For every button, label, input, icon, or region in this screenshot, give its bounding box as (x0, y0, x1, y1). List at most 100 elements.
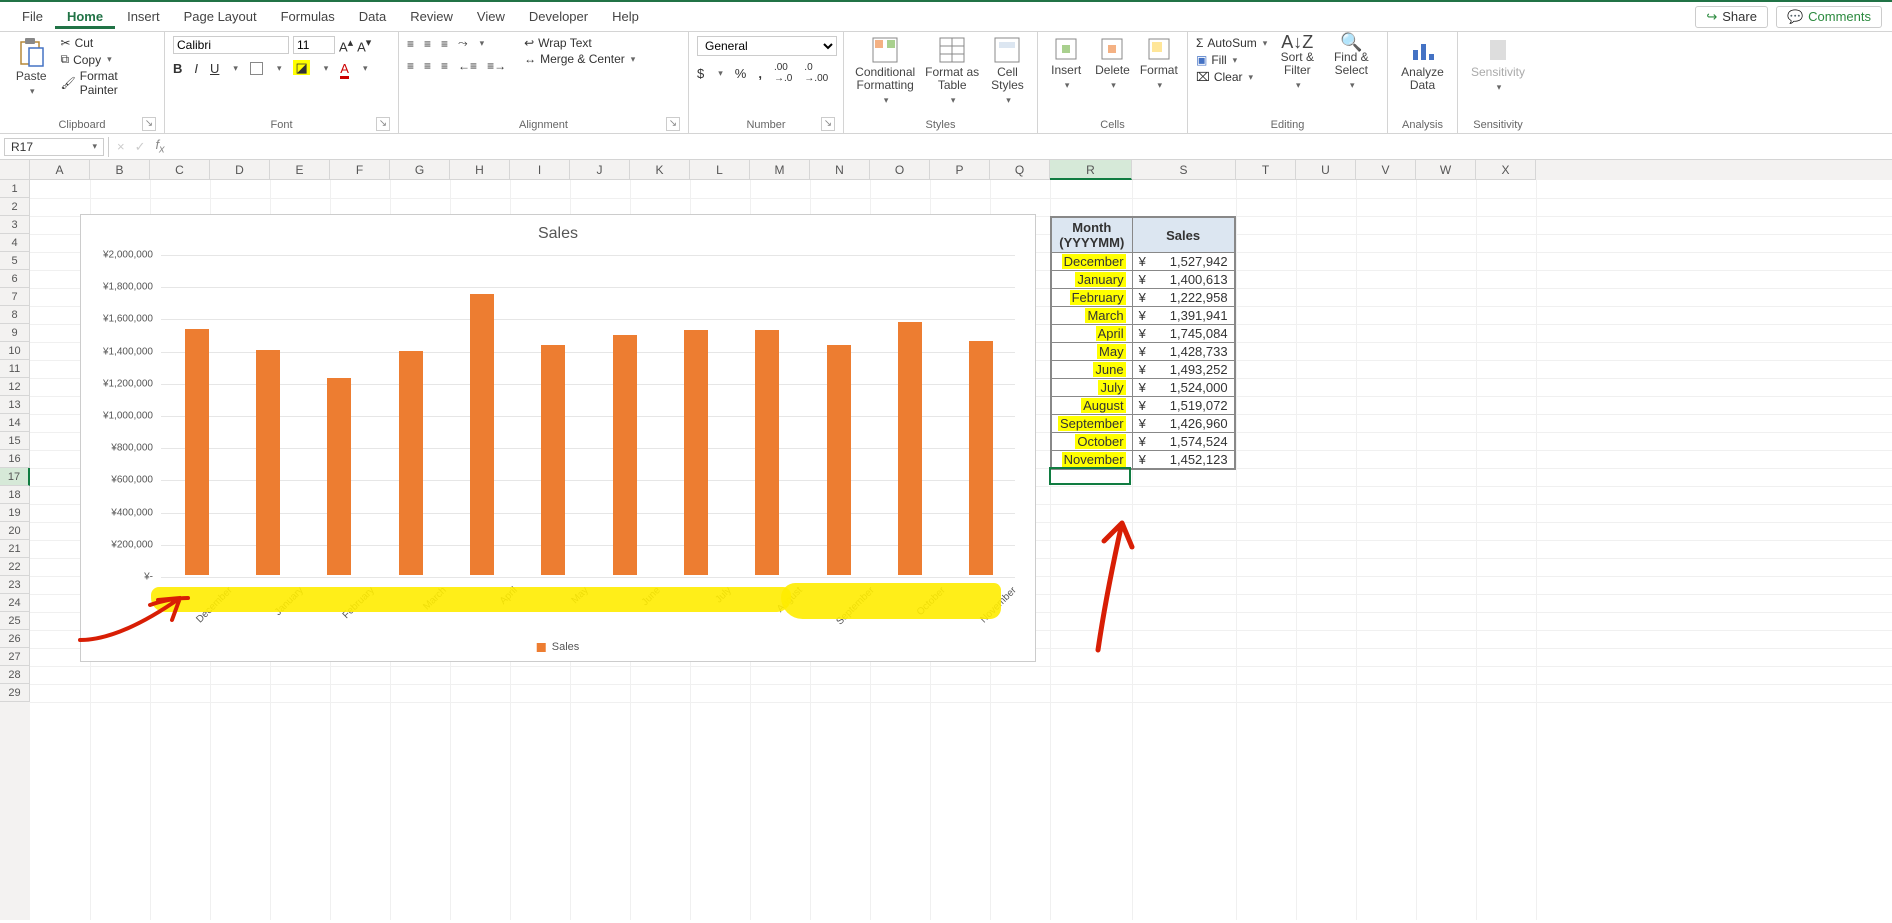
analyze-data-button[interactable]: Analyze Data (1396, 36, 1449, 92)
row-header[interactable]: 22 (0, 558, 30, 576)
column-header[interactable]: E (270, 160, 330, 180)
chart-bar[interactable] (969, 341, 993, 575)
font-size-select[interactable] (293, 36, 335, 54)
row-header[interactable]: 11 (0, 360, 30, 378)
align-middle-icon[interactable]: ≡ (424, 37, 431, 51)
row-header[interactable]: 6 (0, 270, 30, 288)
row-header[interactable]: 13 (0, 396, 30, 414)
tab-page-layout[interactable]: Page Layout (172, 5, 269, 29)
row-header[interactable]: 1 (0, 180, 30, 198)
wrap-text-button[interactable]: ↩Wrap Text (524, 36, 635, 50)
column-header[interactable]: W (1416, 160, 1476, 180)
font-color-button[interactable]: A (340, 61, 349, 76)
row-header[interactable]: 28 (0, 666, 30, 684)
tab-home[interactable]: Home (55, 5, 115, 29)
row-header[interactable]: 27 (0, 648, 30, 666)
tab-formulas[interactable]: Formulas (269, 5, 347, 29)
decrease-decimal-icon[interactable]: .0→.00 (804, 62, 828, 84)
row-header[interactable]: 12 (0, 378, 30, 396)
chart-bar[interactable] (470, 294, 494, 575)
comments-button[interactable]: 💬Comments (1776, 6, 1882, 28)
chart-bar[interactable] (613, 335, 637, 575)
column-header[interactable]: V (1356, 160, 1416, 180)
column-header[interactable]: P (930, 160, 990, 180)
italic-button[interactable]: I (194, 61, 198, 76)
row-header[interactable]: 3 (0, 216, 30, 234)
row-header[interactable]: 15 (0, 432, 30, 450)
increase-font-icon[interactable]: A▴ (339, 36, 353, 54)
column-header[interactable]: Q (990, 160, 1050, 180)
insert-cell-button[interactable]: Insert▾ (1046, 36, 1086, 92)
chart-bar[interactable] (541, 345, 565, 575)
delete-cell-button[interactable]: Delete▾ (1092, 36, 1132, 92)
column-header[interactable]: X (1476, 160, 1536, 180)
share-button[interactable]: ↪Share (1695, 6, 1768, 28)
name-box[interactable]: R17▾ (4, 138, 104, 156)
fill-button[interactable]: ▣Fill▾ (1196, 53, 1267, 67)
chart-bar[interactable] (827, 345, 851, 575)
sales-chart[interactable]: Sales ¥-¥200,000¥400,000¥600,000¥800,000… (80, 214, 1036, 662)
row-header[interactable]: 7 (0, 288, 30, 306)
format-painter-button[interactable]: 🖌Format Painter (61, 69, 157, 97)
column-header[interactable]: K (630, 160, 690, 180)
column-header[interactable]: T (1236, 160, 1296, 180)
align-bottom-icon[interactable]: ≡ (441, 37, 448, 51)
group-launcher-icon[interactable]: ↘ (666, 117, 680, 131)
underline-button[interactable]: U (210, 61, 219, 76)
number-format-select[interactable]: General (697, 36, 837, 56)
row-header[interactable]: 19 (0, 504, 30, 522)
row-header[interactable]: 4 (0, 234, 30, 252)
tab-help[interactable]: Help (600, 5, 651, 29)
row-header[interactable]: 16 (0, 450, 30, 468)
clear-button[interactable]: ⌧Clear▾ (1196, 70, 1267, 84)
autosum-button[interactable]: ΣAutoSum▾ (1196, 36, 1267, 50)
comma-button[interactable]: , (758, 66, 762, 81)
worksheet-grid[interactable]: ABCDEFGHIJKLMNOPQRSTUVWX 123456789101112… (0, 160, 1892, 920)
column-header[interactable]: M (750, 160, 810, 180)
increase-indent-icon[interactable]: ≡→ (487, 59, 506, 73)
column-header[interactable]: R (1050, 160, 1132, 180)
tab-file[interactable]: File (10, 5, 55, 29)
align-top-icon[interactable]: ≡ (407, 37, 414, 51)
tab-view[interactable]: View (465, 5, 517, 29)
column-header[interactable]: N (810, 160, 870, 180)
row-header[interactable]: 23 (0, 576, 30, 594)
tab-review[interactable]: Review (398, 5, 465, 29)
align-left-icon[interactable]: ≡ (407, 59, 414, 73)
chart-bar[interactable] (256, 350, 280, 575)
row-header[interactable]: 25 (0, 612, 30, 630)
cell-styles-button[interactable]: Cell Styles▾ (986, 36, 1029, 107)
chart-bar[interactable] (327, 378, 351, 575)
row-header[interactable]: 26 (0, 630, 30, 648)
tab-developer[interactable]: Developer (517, 5, 600, 29)
row-header[interactable]: 2 (0, 198, 30, 216)
chart-bar[interactable] (755, 330, 779, 575)
column-header[interactable]: I (510, 160, 570, 180)
conditional-formatting-button[interactable]: Conditional Formatting▾ (852, 36, 918, 107)
row-header[interactable]: 5 (0, 252, 30, 270)
format-as-table-button[interactable]: Format as Table▾ (924, 36, 980, 107)
column-header[interactable]: F (330, 160, 390, 180)
column-header[interactable]: G (390, 160, 450, 180)
chart-bar[interactable] (185, 329, 209, 575)
paste-button[interactable]: Paste▾ (8, 36, 55, 98)
row-header[interactable]: 14 (0, 414, 30, 432)
column-header[interactable]: U (1296, 160, 1356, 180)
select-all-corner[interactable] (0, 160, 30, 180)
font-family-select[interactable] (173, 36, 289, 54)
increase-decimal-icon[interactable]: .00→.0 (774, 62, 792, 84)
row-header[interactable]: 17 (0, 468, 30, 486)
align-center-icon[interactable]: ≡ (424, 59, 431, 73)
fx-icon[interactable]: fx (156, 137, 165, 156)
column-header[interactable]: S (1132, 160, 1236, 180)
row-header[interactable]: 24 (0, 594, 30, 612)
orientation-icon[interactable]: ⤳ (458, 36, 468, 51)
chart-bar[interactable] (898, 322, 922, 575)
tab-data[interactable]: Data (347, 5, 398, 29)
decrease-font-icon[interactable]: A▾ (357, 36, 371, 54)
row-header[interactable]: 21 (0, 540, 30, 558)
format-cell-button[interactable]: Format▾ (1139, 36, 1179, 92)
accounting-button[interactable]: $ (697, 66, 704, 81)
bold-button[interactable]: B (173, 61, 182, 76)
column-header[interactable]: O (870, 160, 930, 180)
